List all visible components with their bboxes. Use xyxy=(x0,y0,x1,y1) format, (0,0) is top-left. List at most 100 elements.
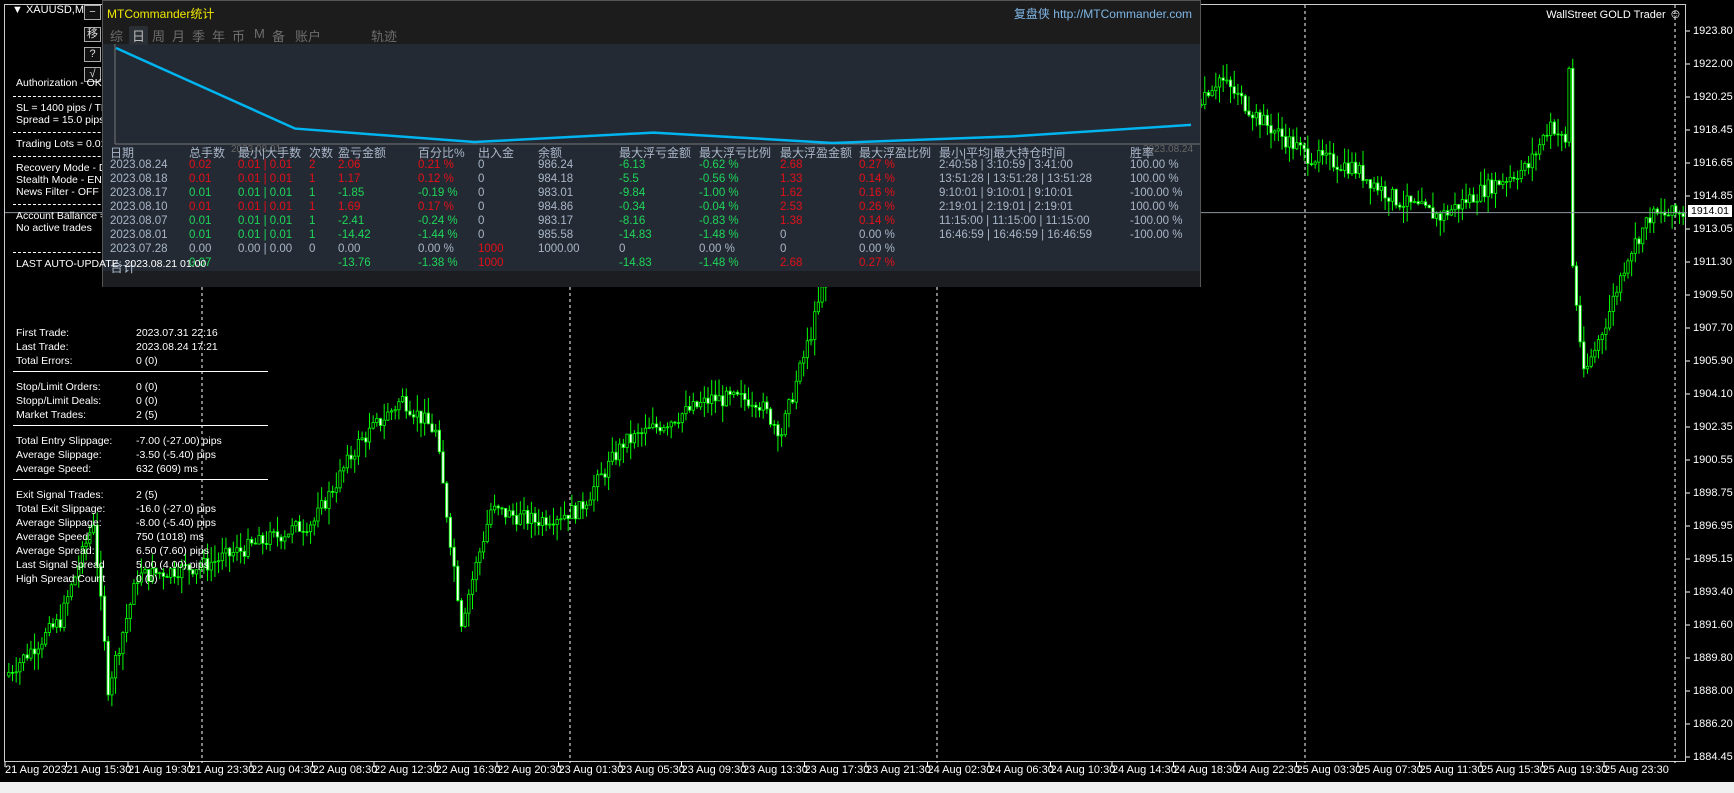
candle-body xyxy=(360,437,364,440)
candle-body xyxy=(426,412,430,425)
candle-body xyxy=(1633,238,1637,254)
candle-body xyxy=(757,407,762,411)
candle-body xyxy=(382,419,386,426)
candle-body xyxy=(44,632,48,645)
minimize-button[interactable]: − xyxy=(84,5,101,20)
tab-3[interactable]: 月 xyxy=(169,26,188,45)
table-cell: 0.01 | 0.01 xyxy=(238,187,293,199)
candle-body xyxy=(607,460,611,478)
table-cell: 986.24 xyxy=(538,159,574,171)
table-row[interactable]: 2023.07.28 0.00 0.00 | 0.00 0 0.00 0.00 % 1000… xyxy=(103,243,1200,257)
table-cell: 13:51:28 | 13:51:28 | 13:51:28 xyxy=(939,173,1093,185)
candle-body xyxy=(511,510,515,516)
candle-body xyxy=(1401,205,1406,208)
equity-line xyxy=(115,46,1192,145)
candle-body xyxy=(1225,79,1229,82)
price-tick-label: 1902.35 xyxy=(1693,421,1733,433)
candle-body xyxy=(1284,136,1288,148)
stat-label: Total Errors: xyxy=(16,355,73,367)
candle-body xyxy=(235,547,239,553)
tab-6[interactable]: 币 xyxy=(229,26,248,45)
table-cell: -1.00 % xyxy=(699,187,739,199)
stat-label: Average Slippage: xyxy=(16,449,102,461)
candle-body xyxy=(1365,179,1369,182)
candle-body xyxy=(614,451,618,461)
candle-body xyxy=(596,474,600,488)
candle-body xyxy=(1236,92,1240,95)
table-cell: 0 xyxy=(619,243,626,255)
candle-body xyxy=(1611,295,1615,312)
table-cell: 1.38 xyxy=(780,215,803,227)
mtcommander-stats-panel[interactable]: MTCommander统计 复盘侠 http://MTCommander.com… xyxy=(102,0,1201,287)
time-tick-label: 24 Aug 14:30 xyxy=(1112,764,1177,776)
candle-body xyxy=(36,648,40,655)
tab-2[interactable]: 周 xyxy=(149,26,168,45)
time-tick-label: 23 Aug 21:30 xyxy=(866,764,931,776)
candle-body xyxy=(294,521,298,527)
candle-body xyxy=(492,505,497,511)
table-cell: 0.26 % xyxy=(859,201,895,213)
candle-body xyxy=(1534,153,1538,156)
summary-cell: -14.83 xyxy=(619,257,652,269)
candle-body xyxy=(10,671,15,674)
candle-body xyxy=(338,470,342,489)
tab-0[interactable]: 综 xyxy=(107,26,126,45)
price-tick-label: 1888.00 xyxy=(1693,685,1733,697)
candle-body xyxy=(485,523,489,542)
tab-9[interactable]: 账户 xyxy=(292,26,324,45)
help-button[interactable]: ? xyxy=(84,47,101,62)
candle-body xyxy=(356,438,361,457)
stat-value: 0 (0) xyxy=(136,381,158,393)
stat-value: 0 (0) xyxy=(136,355,158,367)
stat-label: Exit Signal Trades: xyxy=(16,489,104,501)
table-cell: 0.00 % xyxy=(418,243,454,255)
summary-row-bg xyxy=(103,271,1200,287)
table-cell: 2:40:58 | 3:10:59 | 3:41:00 xyxy=(939,159,1073,171)
candle-body xyxy=(290,525,294,535)
panel-titlebar[interactable]: MTCommander统计 复盘侠 http://MTCommander.com xyxy=(103,1,1200,23)
candle-body xyxy=(1460,199,1464,210)
table-row[interactable]: 2023.08.18 0.01 0.01 | 0.01 1 1.17 0.12 % 0 984… xyxy=(103,173,1200,187)
table-row[interactable]: 2023.08.07 0.01 0.01 | 0.01 1 -2.41 -0.24 % 0 9… xyxy=(103,215,1200,229)
move-button[interactable]: 移 xyxy=(84,27,101,42)
candle-body xyxy=(680,413,684,423)
table-row[interactable]: 2023.08.01 0.01 0.01 | 0.01 1 -14.42 -1.44 % 0… xyxy=(103,229,1200,243)
table-cell: -100.00 % xyxy=(1130,229,1183,241)
candle-body xyxy=(522,510,526,515)
candle-body xyxy=(1343,162,1347,171)
candle-body xyxy=(629,433,633,444)
candle-body xyxy=(62,602,66,628)
candle-body xyxy=(1295,142,1299,150)
candle-body xyxy=(257,535,261,545)
candle-body xyxy=(1228,79,1233,88)
candle-body xyxy=(504,507,508,518)
candle-body xyxy=(1652,208,1656,224)
candle-body xyxy=(584,504,589,510)
time-tick-label: 21 Aug 15:30 xyxy=(66,764,132,776)
tab-7[interactable]: M xyxy=(251,26,268,41)
candle-body xyxy=(393,409,397,412)
table-row[interactable]: 2023.08.17 0.01 0.01 | 0.01 1 -1.85 -0.19 % 0 9… xyxy=(103,187,1200,201)
brand-link[interactable]: 复盘侠 http://MTCommander.com xyxy=(1014,5,1192,22)
candle-body xyxy=(1549,121,1553,136)
url-link[interactable]: http://MTCommander.com xyxy=(1053,7,1192,21)
candle-body xyxy=(279,536,283,542)
candle-body xyxy=(1276,128,1280,132)
candle-body xyxy=(673,421,677,424)
time-tick-label: 23 Aug 13:30 xyxy=(743,764,808,776)
candle-body xyxy=(581,501,585,510)
candle-body xyxy=(1464,199,1468,204)
tab-10[interactable]: 轨迹 xyxy=(368,26,400,45)
table-row[interactable]: 2023.08.10 0.01 0.01 | 0.01 1 1.69 0.17 % 0 984… xyxy=(103,201,1200,215)
stat-value: 0 (0) xyxy=(136,395,158,407)
candle-body xyxy=(331,490,335,493)
table-row[interactable]: 2023.08.24 0.02 0.01 | 0.01 2 2.06 0.21 % 0 986… xyxy=(103,159,1200,173)
candle-body xyxy=(371,422,375,429)
tab-4[interactable]: 季 xyxy=(189,26,208,45)
table-cell: 0.00 xyxy=(189,243,212,255)
tab-5[interactable]: 年 xyxy=(209,26,228,45)
tab-1[interactable]: 日 xyxy=(129,26,149,45)
tab-8[interactable]: 备 xyxy=(269,26,288,45)
candle-body xyxy=(1273,130,1277,134)
candle-body xyxy=(353,455,357,460)
